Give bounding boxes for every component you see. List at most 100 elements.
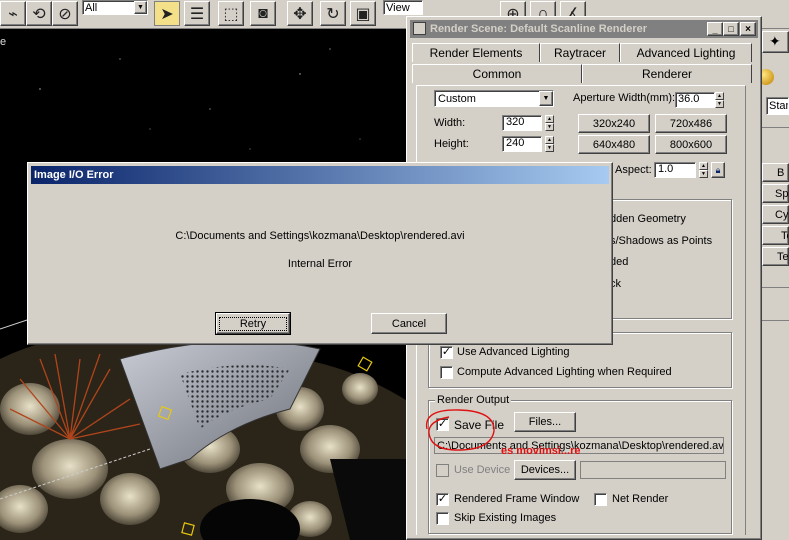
spin-down-icon[interactable]: ▼ (545, 123, 554, 131)
close-icon[interactable]: × (740, 22, 756, 36)
files-button[interactable]: Files... (514, 412, 576, 432)
maximize-icon[interactable]: □ (723, 22, 739, 36)
cmd-button-torus[interactable]: Te (762, 226, 789, 245)
cmd-tab-create[interactable]: ✦ (762, 31, 789, 53)
retry-button-label: Retry (218, 316, 288, 331)
chevron-down-icon[interactable]: ▼ (134, 1, 147, 14)
spin-up-icon[interactable]: ▲ (699, 162, 708, 170)
devices-button[interactable]: Devices... (514, 460, 576, 480)
aspect-field[interactable]: 1.0 (654, 162, 696, 178)
error-path-value: C:\Documents and Settings\kozmana\Deskto… (175, 230, 465, 242)
lock-icon[interactable]: 🔒︎ (711, 162, 725, 178)
cancel-button[interactable]: Cancel (371, 313, 447, 334)
tab-render-elements-label: Render Elements (429, 46, 523, 60)
compute-advanced-lighting-label: Compute Advanced Lighting when Required (457, 366, 672, 378)
chevron-down-icon[interactable]: ▼ (539, 91, 553, 106)
cmd-button-teapot[interactable]: Te (762, 247, 789, 266)
tab-common[interactable]: Common (412, 64, 582, 83)
height-spinner[interactable]: ▲ ▼ (545, 136, 554, 152)
height-field[interactable]: 240 (502, 136, 542, 152)
preset-640x480-button[interactable]: 640x480 (578, 135, 650, 154)
output-size-value: Custom (438, 92, 476, 105)
use-advanced-lighting-checkbox[interactable]: ✓ (440, 346, 453, 359)
window-crossing-icon[interactable]: ◙ (250, 1, 276, 26)
rollout-divider (762, 287, 789, 321)
width-label: Width: (434, 117, 466, 129)
preset-320x240-button[interactable]: 320x240 (578, 114, 650, 133)
cmd-button-box-label: B (777, 166, 785, 179)
select-object-icon[interactable]: ➤ (154, 1, 180, 26)
scale-icon[interactable]: ▣ (350, 1, 376, 26)
tab-common-label: Common (472, 67, 522, 81)
panel-divider (762, 127, 789, 128)
spin-down-icon[interactable]: ▼ (715, 100, 724, 108)
cmd-button-cylinder[interactable]: Cyl (762, 205, 789, 224)
preset-720x486-button[interactable]: 720x486 (655, 114, 727, 133)
aspect-spinner[interactable]: ▲ ▼ (699, 162, 708, 178)
cmd-tab-geometry[interactable] (758, 67, 789, 89)
render-scene-titlebar[interactable]: Render Scene: Default Scanline Renderer … (410, 20, 758, 38)
cmd-button-box[interactable]: B (762, 163, 789, 182)
output-size-dropdown[interactable]: Custom ▼ (434, 90, 554, 107)
create-icon: ✦ (769, 33, 781, 49)
tab-raytracer[interactable]: Raytracer (540, 43, 620, 62)
minimize-icon[interactable]: _ (707, 22, 723, 36)
rotate-icon[interactable]: ↻ (320, 1, 346, 26)
spin-up-icon[interactable]: ▲ (545, 115, 554, 123)
bind-spacewarp-icon[interactable]: ⟲ (26, 1, 52, 26)
spin-up-icon[interactable]: ▲ (545, 136, 554, 144)
tab-advanced-lighting[interactable]: Advanced Lighting (620, 43, 752, 62)
tab-raytracer-label: Raytracer (553, 46, 606, 60)
aspect-label: Aspect: (615, 164, 652, 176)
spin-down-icon[interactable]: ▼ (545, 144, 554, 152)
error-message-value: Internal Error (287, 258, 353, 270)
height-label: Height: (434, 138, 469, 150)
error-path-text: C:\Documents and Settings\kozmana\Deskto… (28, 230, 612, 242)
width-field[interactable]: 320 (502, 115, 542, 131)
aspect-value: 1.0 (658, 163, 674, 175)
preset-320x240-label: 320x240 (592, 117, 636, 130)
red-circle-annotation (425, 409, 495, 451)
skip-existing-checkbox[interactable] (436, 512, 449, 525)
coord-system-value: View (386, 1, 410, 14)
error-dialog-title: Image I/O Error (34, 169, 114, 181)
aperture-spinner[interactable]: ▲ ▼ (715, 92, 724, 108)
spin-up-icon[interactable]: ▲ (715, 92, 724, 100)
unlink-icon[interactable]: ⌁ (0, 1, 26, 26)
command-panel: ✦ Stan B Sp Cyl Te Te (758, 29, 789, 540)
move-icon[interactable]: ✥ (287, 1, 313, 26)
preset-800x600-label: 800x600 (669, 138, 713, 151)
option-hidden-geometry-label: dden Geometry (610, 213, 686, 225)
device-field[interactable] (580, 461, 726, 479)
width-spinner[interactable]: ▲ ▼ (545, 115, 554, 131)
object-type-dropdown[interactable]: Stan (766, 97, 789, 115)
compute-advanced-lighting-checkbox[interactable] (440, 366, 453, 379)
use-device-label: Use Device (454, 464, 511, 476)
cmd-button-sphere[interactable]: Sp (762, 184, 789, 203)
net-render-checkbox[interactable] (594, 493, 607, 506)
viewport-label[interactable]: e (0, 36, 6, 48)
preset-800x600-button[interactable]: 800x600 (655, 135, 727, 154)
rendered-frame-window-checkbox[interactable]: ✓ (436, 493, 449, 506)
tab-render-elements[interactable]: Render Elements (412, 43, 540, 62)
object-type-value: Stan (769, 100, 788, 112)
bind-icon[interactable]: ⊘ (52, 1, 78, 26)
coord-system-dropdown[interactable]: View (383, 0, 423, 15)
error-dialog-titlebar[interactable]: Image I/O Error (31, 166, 609, 184)
height-value: 240 (506, 137, 525, 149)
retry-button[interactable]: Retry (215, 312, 291, 335)
width-value: 320 (506, 116, 525, 128)
skip-existing-label: Skip Existing Images (454, 512, 557, 524)
use-device-checkbox[interactable] (436, 464, 449, 477)
rendered-frame-window-label: Rendered Frame Window (454, 493, 580, 505)
use-advanced-lighting-label: Use Advanced Lighting (457, 346, 570, 358)
selection-filter-value: All (85, 1, 98, 14)
tab-advanced-lighting-label: Advanced Lighting (636, 46, 736, 60)
rect-selection-icon[interactable]: ⬚ (218, 1, 244, 26)
tab-renderer[interactable]: Renderer (582, 64, 752, 83)
aperture-width-field[interactable]: 36.0 (675, 92, 715, 108)
preset-640x480-label: 640x480 (592, 138, 636, 151)
selection-filter-dropdown[interactable]: All ▼ (82, 0, 148, 15)
spin-down-icon[interactable]: ▼ (699, 170, 708, 178)
select-by-name-icon[interactable]: ☰ (184, 1, 210, 26)
